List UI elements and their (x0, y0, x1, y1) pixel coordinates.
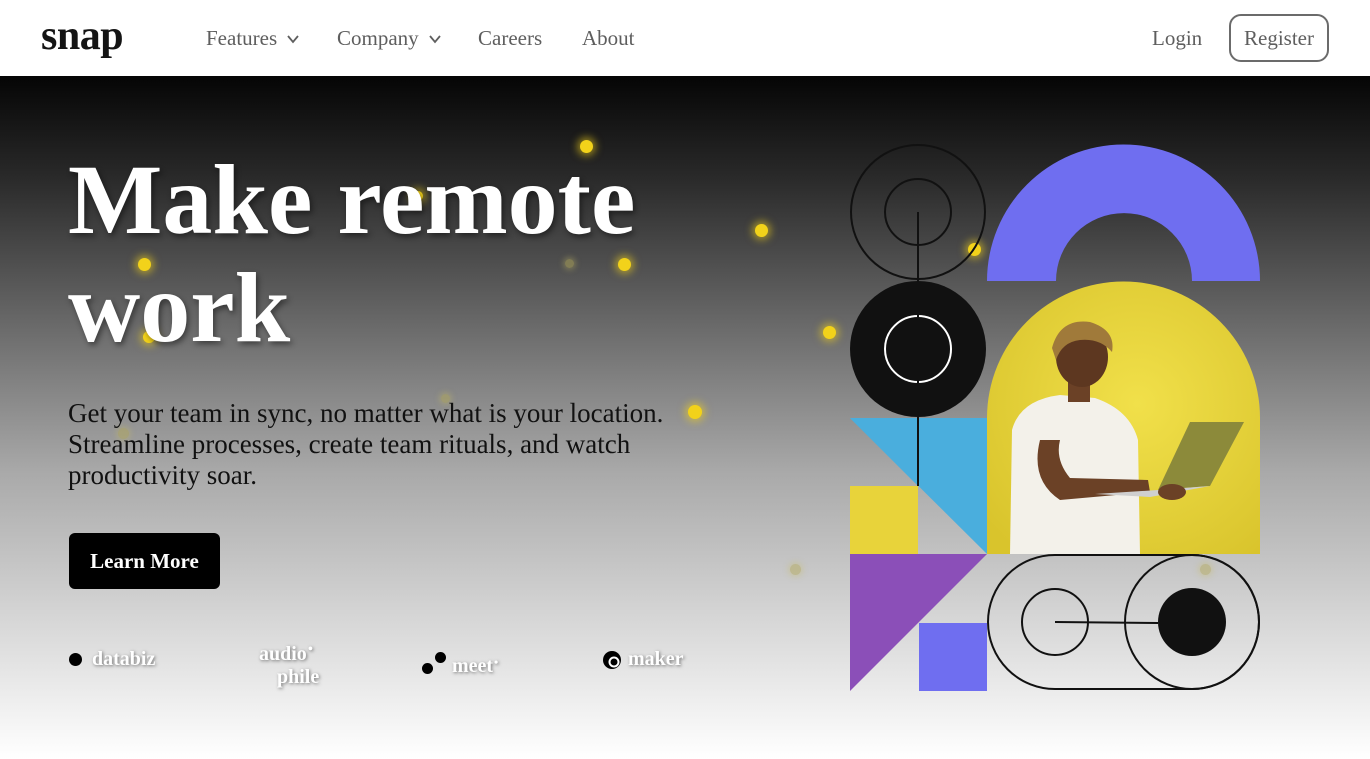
nav-company-label: Company (337, 26, 419, 50)
maker-logo-icon (603, 651, 621, 669)
toggle-knob (1158, 588, 1226, 656)
login-link[interactable]: Login (1152, 26, 1202, 51)
nav-careers[interactable]: Careers (478, 26, 542, 51)
audiophile-label-2: phile (277, 666, 320, 688)
nav-features-label: Features (206, 26, 278, 50)
person-photo (987, 281, 1260, 554)
audiophile-label-1: audio (259, 643, 307, 665)
audiophile-dot: • (308, 642, 313, 657)
meet-dot-icon (435, 652, 446, 663)
nav-careers-label: Careers (478, 26, 543, 50)
yellow-square (850, 486, 918, 554)
purple-arch (987, 144, 1260, 281)
hero-headline-line2: work (68, 252, 291, 363)
nav-about[interactable]: About (582, 26, 635, 51)
toggle-line (1054, 621, 1159, 624)
hero-illustration (850, 144, 1260, 691)
hero-headline: Make remote work (68, 146, 768, 362)
meet-dot: • (494, 655, 499, 669)
learn-more-button[interactable]: Learn More (69, 533, 220, 589)
top-navbar: snap Features Company Careers About Logi… (0, 0, 1370, 76)
chevron-down-icon (428, 34, 441, 43)
nav-company[interactable]: Company (337, 26, 442, 51)
nav-about-label: About (582, 26, 635, 50)
databiz-dot-icon (69, 653, 82, 666)
logo[interactable]: snap (41, 12, 124, 60)
nav-features[interactable]: Features (206, 26, 300, 51)
chevron-down-icon (287, 34, 299, 43)
blue-triangle-left (850, 418, 918, 486)
hero-headline-line1: Make remote (68, 144, 636, 255)
meet-dot-icon (422, 663, 433, 674)
hero-section: Make remote work Get your team in sync, … (0, 76, 1370, 759)
purple-square (919, 623, 987, 691)
databiz-label: databiz (92, 648, 156, 670)
hero-subtitle: Get your team in sync, no matter what is… (68, 398, 664, 490)
decor-dot (823, 326, 836, 339)
maker-label: maker (628, 648, 684, 670)
register-button[interactable]: Register (1229, 14, 1329, 62)
meet-label: meet (452, 655, 494, 677)
decor-dot (790, 564, 801, 575)
